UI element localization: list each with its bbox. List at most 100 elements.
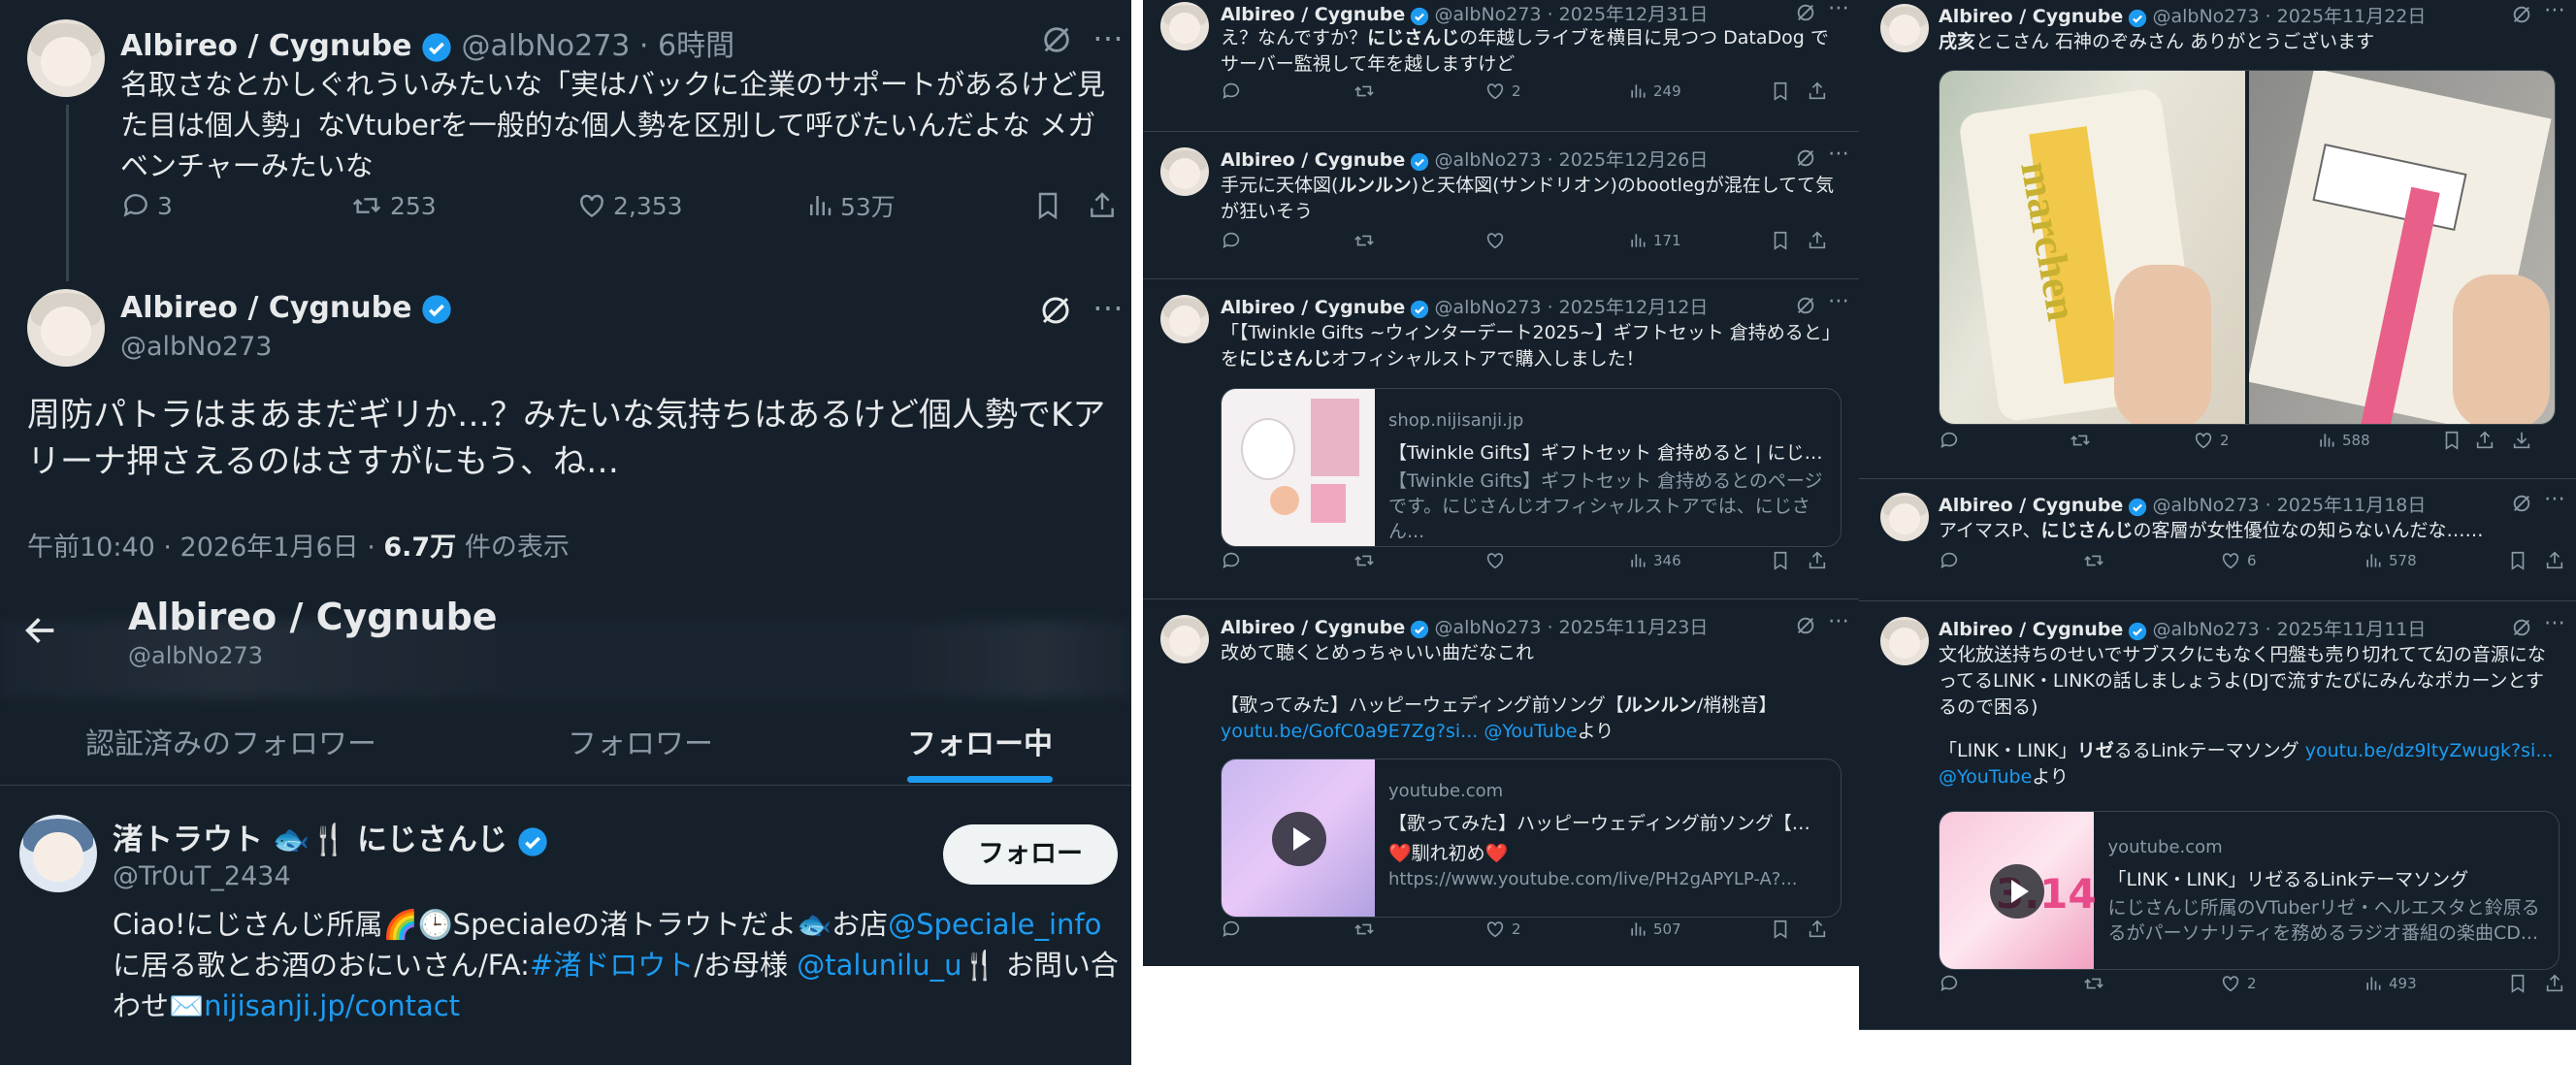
share-icon[interactable] [1807,550,1828,571]
avatar[interactable] [19,815,97,892]
like-button[interactable]: 2 [1484,919,1521,940]
share-icon[interactable] [1087,190,1118,221]
avatar[interactable] [27,289,105,367]
avatar[interactable] [1160,295,1209,343]
more-icon[interactable]: ⋯ [1092,19,1124,56]
reply-icon[interactable] [1939,550,1960,571]
like-button[interactable]: 2,353 [576,190,683,221]
like-button[interactable]: 2 [2193,430,2230,451]
tweet-card[interactable]: Albireo / Cygnube @albNo273 · 2025年12月12… [1143,279,1859,599]
more-icon[interactable]: ⋯ [2544,0,2565,22]
user-handle[interactable]: @Tr0uT_2434 [113,861,291,891]
share-icon[interactable] [2544,550,2565,571]
grok-icon[interactable] [2511,4,2532,25]
grok-icon[interactable] [1038,293,1073,328]
author-name[interactable]: Albireo / Cygnube [120,291,411,325]
bookmark-icon[interactable] [2441,430,2462,451]
link-card[interactable]: shop.nijisanji.jp 【Twinkle Gifts】ギフトセット … [1221,388,1842,547]
play-button-icon[interactable] [1272,812,1326,866]
like-button[interactable]: 6 [2220,550,2257,571]
views-button[interactable]: 578 [2364,551,2417,570]
views-button[interactable]: 346 [1628,551,1681,570]
retweet-icon[interactable] [1353,550,1376,571]
retweet-button[interactable]: 253 [349,190,437,221]
reply-icon[interactable] [1939,430,1960,451]
following-user-item[interactable]: 渚トラウト 🐟🍴 にじさんじ @Tr0uT_2434 フォロー Ciao!にじさ… [0,786,1131,1065]
photo-sandwich-2[interactable] [2249,71,2555,424]
tweet-2-focused[interactable]: Albireo / Cygnube @albNo273 ⋯ 周防パトラはまあまだ… [0,281,1131,592]
user-name[interactable]: 渚トラウト [113,823,263,857]
retweet-icon[interactable] [1353,81,1376,102]
youtube-link[interactable]: youtu.be/dz9ltyZwugk?si... [2305,740,2554,761]
more-icon[interactable]: ⋯ [1092,289,1124,326]
bio-link-speciale[interactable]: @Speciale_info [888,908,1101,941]
author-handle[interactable]: @albNo273 [462,29,631,63]
youtube-link[interactable]: youtu.be/GofC0a9E7Zg?si... [1221,721,1478,742]
grok-icon[interactable] [2511,493,2532,514]
grok-icon[interactable] [1795,615,1816,636]
tweet-card[interactable]: Albireo / Cygnube @albNo273 · 2025年11月11… [1859,601,2576,1030]
more-icon[interactable]: ⋯ [1828,289,1849,313]
play-button-icon[interactable] [1990,864,2044,919]
download-icon[interactable] [2511,430,2532,451]
reply-icon[interactable] [1221,919,1242,940]
views-button[interactable]: 53万 [805,188,896,223]
author-handle[interactable]: @albNo273 [120,332,272,362]
views-button[interactable]: 507 [1628,920,1681,939]
reply-icon[interactable] [1221,81,1242,102]
like-button[interactable]: 2 [2220,973,2257,994]
bookmark-icon[interactable] [2507,550,2528,571]
views-button[interactable]: 493 [2364,974,2417,993]
grok-icon[interactable] [1795,2,1816,23]
more-icon[interactable]: ⋯ [1828,609,1849,633]
tweet-meta[interactable]: @albNo273 · 2025年12月26日 [1434,149,1708,171]
bookmark-icon[interactable] [2507,973,2528,994]
views-button[interactable]: 249 [1628,81,1681,101]
reply-icon[interactable] [1221,230,1242,251]
author-name[interactable]: Albireo / Cygnube [1221,4,1405,25]
more-icon[interactable]: ⋯ [2544,487,2565,511]
share-icon[interactable] [1807,81,1828,102]
grok-icon[interactable] [1795,295,1816,316]
retweet-icon[interactable] [1353,230,1376,251]
share-icon[interactable] [1807,230,1828,251]
tweet-card[interactable]: Albireo / Cygnube @albNo273 · 2025年11月23… [1143,599,1859,966]
avatar[interactable] [1160,615,1209,663]
tweet-timestamp[interactable]: 午前10:40 · 2026年1月6日 · [27,532,375,563]
avatar[interactable] [1880,493,1929,541]
bookmark-icon[interactable] [1770,550,1791,571]
tweet-meta[interactable]: @albNo273 · 2025年11月18日 [2152,495,2426,516]
retweet-icon[interactable] [2069,430,2092,451]
bio-link-mother[interactable]: @talunilu_u [797,949,962,982]
author-name[interactable]: Albireo / Cygnube [1221,149,1405,171]
more-icon[interactable]: ⋯ [1828,0,1849,20]
youtube-mention[interactable]: @YouTube [1939,766,2032,788]
bookmark-icon[interactable] [1032,190,1063,221]
bookmark-icon[interactable] [1770,230,1791,251]
tweet-card[interactable]: Albireo / Cygnube @albNo273 · 2025年11月22… [1859,0,2576,479]
share-icon[interactable] [2544,973,2565,994]
author-name[interactable]: Albireo / Cygnube [120,29,411,63]
tab-verified-followers[interactable]: 認証済みのフォロワー [85,720,376,762]
tweet-1[interactable]: Albireo / Cygnube @albNo273 · 6時間 ⋯ 名取さな… [0,0,1131,281]
link-card[interactable]: 3.14 youtube.com 「LINK・LINK」リゼるるLinkテーマソ… [1939,811,2560,970]
reply-icon[interactable] [1221,550,1242,571]
tweet-meta[interactable]: @albNo273 · 2025年11月22日 [2152,6,2426,27]
tweet-time[interactable]: · 6時間 [639,29,734,63]
tweet-card[interactable]: Albireo / Cygnube @albNo273 · 2025年12月26… [1143,132,1859,279]
avatar[interactable] [1880,617,1929,665]
heart-icon[interactable] [1484,550,1506,571]
retweet-icon[interactable] [2082,973,2105,994]
avatar[interactable] [27,19,105,97]
photo-sandwich-1[interactable]: marchen [1940,71,2245,424]
tweet-meta[interactable]: @albNo273 · 2025年11月11日 [2152,619,2426,640]
like-button[interactable]: 2 [1484,81,1521,102]
views-button[interactable]: 588 [2317,431,2370,450]
more-icon[interactable]: ⋯ [1828,142,1849,166]
author-name[interactable]: Albireo / Cygnube [1939,619,2123,640]
link-card[interactable]: youtube.com 【歌ってみた】ハッピーウェディング前ソング【ル... ❤… [1221,758,1842,918]
author-name[interactable]: Albireo / Cygnube [1221,297,1405,318]
share-icon[interactable] [1807,919,1828,940]
user-name-suffix[interactable]: にじさんじ [357,823,507,857]
bookmark-icon[interactable] [1770,919,1791,940]
